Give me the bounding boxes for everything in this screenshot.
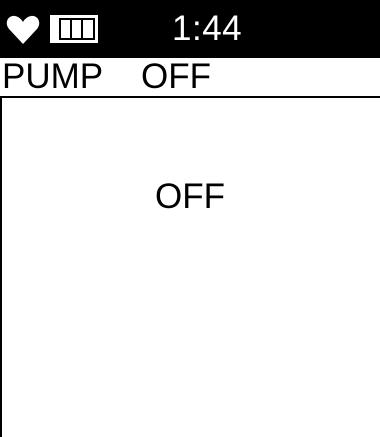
clock-time: 1:44 bbox=[172, 9, 243, 48]
pump-state-label: OFF bbox=[155, 177, 225, 216]
status-bar: 1:44 bbox=[0, 0, 380, 58]
heart-icon bbox=[6, 15, 40, 45]
title-bar: PUMP OFF bbox=[0, 58, 380, 98]
battery-icon bbox=[50, 15, 98, 43]
screen-left-border bbox=[0, 96, 2, 437]
device-screen: 1:44 PUMP OFF OFF bbox=[0, 0, 380, 437]
page-title: PUMP bbox=[2, 57, 104, 96]
header-status: OFF bbox=[141, 57, 211, 96]
